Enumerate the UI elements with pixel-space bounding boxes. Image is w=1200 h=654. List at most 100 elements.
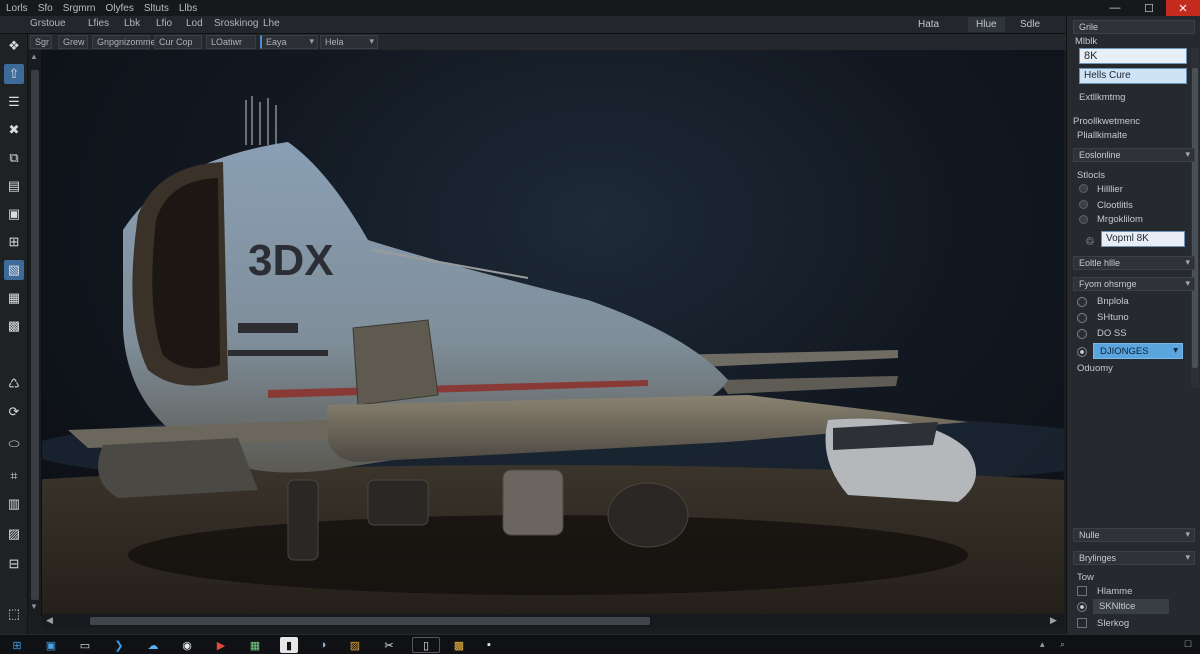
radio-button[interactable] bbox=[1077, 313, 1087, 323]
radio-button[interactable] bbox=[1077, 329, 1087, 339]
menu-item[interactable]: Grstoue bbox=[30, 18, 66, 29]
scroll-left-icon[interactable]: ◀ bbox=[46, 615, 53, 626]
browser-icon[interactable]: ☁ bbox=[144, 637, 162, 653]
tool-icon[interactable]: ▨ bbox=[4, 524, 24, 544]
menu-item[interactable]: Lfio bbox=[156, 18, 172, 29]
scroll-thumb[interactable] bbox=[1192, 68, 1198, 368]
app-icon[interactable]: ▩ bbox=[450, 637, 468, 653]
title-menu-item[interactable]: Llbs bbox=[179, 3, 197, 14]
close-button[interactable]: ✕ bbox=[1166, 0, 1200, 16]
app-icon[interactable]: ▮ bbox=[280, 637, 298, 653]
checkbox[interactable] bbox=[1077, 586, 1087, 596]
app-icon[interactable]: ▨ bbox=[346, 637, 364, 653]
mode-tab[interactable]: Sdle bbox=[1012, 17, 1048, 32]
menu-item[interactable]: Lbk bbox=[124, 18, 140, 29]
selected-item[interactable]: SKNltlce bbox=[1093, 599, 1169, 614]
radio-button-selected[interactable] bbox=[1077, 602, 1087, 612]
toolbar-dropdown[interactable]: Eaya bbox=[260, 35, 318, 49]
menu-bar: Grstoue Lfies Lbk Lfio Lod Sroskinog Lhe… bbox=[0, 16, 1066, 34]
toolbar-button[interactable]: Grew bbox=[58, 35, 88, 49]
tool-icon[interactable]: ⬭ bbox=[4, 434, 24, 454]
layer-dropdown[interactable]: Eoltle hllle bbox=[1073, 256, 1195, 270]
toolbar-button[interactable]: Cur Cop bbox=[154, 35, 202, 49]
tray-arrow-icon[interactable]: ▴ bbox=[1040, 639, 1045, 650]
checkbox[interactable] bbox=[1077, 618, 1087, 628]
mode-tab[interactable]: Hata bbox=[910, 17, 947, 32]
render-preset-field[interactable]: Vopml 8K bbox=[1101, 231, 1185, 247]
radio-button-selected[interactable] bbox=[1077, 347, 1087, 357]
tray-desktop-icon[interactable]: ☐ bbox=[1184, 639, 1192, 650]
title-menu-item[interactable]: Sltuts bbox=[144, 3, 169, 14]
tool-strip: ❖ ⇧ ☰ ✖ ⧉ ▤ ▣ ⊞ ▧ ▦ ▩ ♺ ⟳ ⬭ ⌗ ▥ ▨ ⊟ ⬚ bbox=[0, 34, 28, 634]
terminal-icon[interactable]: ❯ bbox=[110, 637, 128, 653]
tool-icon[interactable]: ☰ bbox=[4, 92, 24, 112]
media-icon[interactable]: ▶ bbox=[212, 637, 230, 653]
app-icon[interactable]: ✂ bbox=[380, 637, 398, 653]
toolbar-button[interactable]: Sgr bbox=[30, 35, 52, 49]
preset-field[interactable]: Hells Cure bbox=[1079, 68, 1187, 84]
menu-item[interactable]: Sroskinog bbox=[214, 18, 258, 29]
tool-icon[interactable]: ⊟ bbox=[4, 554, 24, 574]
checkbox-label: Hlamme bbox=[1097, 586, 1133, 597]
source-dropdown[interactable]: Fyom ohsrnge bbox=[1073, 277, 1195, 291]
menu-item[interactable]: Lfies bbox=[88, 18, 109, 29]
resolution-field[interactable]: 8K bbox=[1079, 48, 1187, 64]
lower-dropdown[interactable]: Nulle bbox=[1073, 528, 1195, 542]
tool-icon[interactable]: ▦ bbox=[4, 288, 24, 308]
maximize-button[interactable]: ☐ bbox=[1132, 0, 1166, 16]
viewport-vertical-scrollbar[interactable]: ▲ ▼ bbox=[28, 50, 42, 616]
scroll-up-icon[interactable]: ▲ bbox=[30, 52, 38, 61]
tool-icon[interactable]: ❖ bbox=[4, 36, 24, 56]
app-icon[interactable]: ▣ bbox=[42, 637, 60, 653]
minimize-button[interactable]: — bbox=[1098, 0, 1132, 16]
radio-button[interactable] bbox=[1077, 297, 1087, 307]
option-label: Clootlitls bbox=[1097, 200, 1133, 211]
rotate-tool-icon[interactable]: ⟳ bbox=[4, 402, 24, 422]
panel-scrollbar[interactable] bbox=[1191, 48, 1199, 388]
settings-dropdown[interactable]: Brylinges bbox=[1073, 551, 1195, 565]
option-dot[interactable] bbox=[1079, 215, 1088, 224]
app-icon[interactable]: ▭ bbox=[76, 637, 94, 653]
scroll-thumb[interactable] bbox=[90, 617, 650, 625]
mode-tab-active[interactable]: Hlue bbox=[968, 17, 1005, 32]
tray-search-icon[interactable]: ⌕ bbox=[1060, 639, 1065, 650]
start-icon[interactable]: ⊞ bbox=[8, 637, 26, 653]
tool-icon[interactable]: ♺ bbox=[4, 374, 24, 394]
selected-option-dropdown[interactable]: DJIONGES bbox=[1093, 343, 1183, 359]
select-tool-icon[interactable]: ▧ bbox=[4, 260, 24, 280]
scroll-thumb[interactable] bbox=[31, 70, 39, 600]
toolbar-dropdown[interactable]: Hela bbox=[320, 35, 378, 49]
tool-icon[interactable]: ▥ bbox=[4, 494, 24, 514]
app-icon[interactable]: ▯ bbox=[412, 637, 440, 653]
delete-tool-icon[interactable]: ✖ bbox=[4, 120, 24, 140]
tool-icon[interactable]: ⊞ bbox=[4, 232, 24, 252]
viewport-horizontal-scrollbar[interactable]: ◀ ▶ bbox=[42, 614, 1064, 628]
section-title: Stlocls bbox=[1077, 170, 1105, 181]
app-icon[interactable]: ▪ bbox=[480, 637, 498, 653]
option-dot[interactable] bbox=[1079, 184, 1088, 193]
3d-viewport[interactable]: 3DX bbox=[28, 50, 1064, 616]
scroll-right-icon[interactable]: ▶ bbox=[1050, 615, 1057, 626]
tool-icon[interactable]: ▤ bbox=[4, 176, 24, 196]
scroll-down-icon[interactable]: ▼ bbox=[30, 602, 38, 611]
tool-icon[interactable]: ▩ bbox=[4, 316, 24, 336]
tool-icon[interactable]: ▣ bbox=[4, 204, 24, 224]
toolbar-button[interactable]: Gnpgnizomme bbox=[92, 35, 156, 49]
title-menu-item[interactable]: Lorls bbox=[6, 3, 28, 14]
title-menu-item[interactable]: Srgmrn bbox=[63, 3, 96, 14]
option-dot[interactable] bbox=[1079, 200, 1088, 209]
app-icon[interactable]: ◑ bbox=[314, 637, 332, 653]
move-tool-icon[interactable]: ⇧ bbox=[4, 64, 24, 84]
display-dropdown[interactable]: Eoslonline bbox=[1073, 148, 1195, 162]
title-menu-item[interactable]: Olyfes bbox=[106, 3, 134, 14]
tool-icon[interactable]: ⌗ bbox=[4, 466, 24, 486]
menu-item[interactable]: Lhe bbox=[263, 18, 280, 29]
recycle-icon[interactable]: ♲ bbox=[1085, 235, 1095, 248]
toolbar-button[interactable]: LOatiwr bbox=[206, 35, 256, 49]
app-icon[interactable]: ▦ bbox=[246, 637, 264, 653]
tool-icon[interactable]: ⧉ bbox=[4, 148, 24, 168]
app-icon[interactable]: ◉ bbox=[178, 637, 196, 653]
menu-item[interactable]: Lod bbox=[186, 18, 203, 29]
title-menu-item[interactable]: Sfo bbox=[38, 3, 53, 14]
tool-icon[interactable]: ⬚ bbox=[4, 604, 24, 624]
